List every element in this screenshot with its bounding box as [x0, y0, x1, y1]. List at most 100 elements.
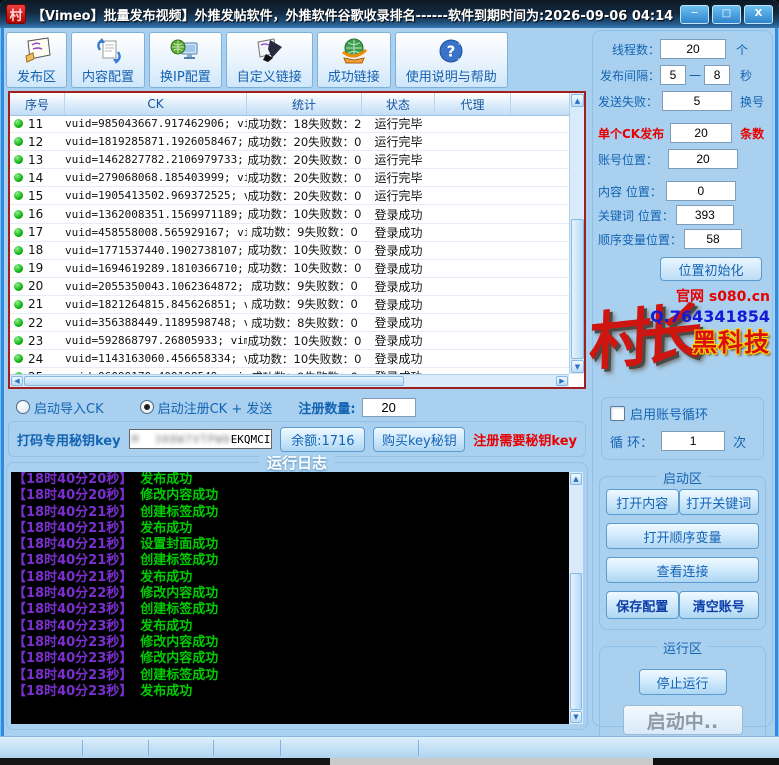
key-visible-text: EKQMCIILP — [231, 433, 273, 446]
single-ck-input[interactable] — [670, 123, 732, 143]
radio-register-ck-label[interactable]: 启动注册CK + 发送 — [158, 398, 273, 417]
interval-to-input[interactable] — [704, 65, 730, 85]
table-body: 11 vuid=985043667.917462906; vi... 成功数：1… — [10, 115, 569, 374]
balance-button[interactable]: 余额:1716 — [280, 427, 365, 452]
row-stats: 成功数：20失败数：0 — [247, 152, 362, 168]
scroll-left-icon[interactable]: ◀ — [11, 376, 23, 386]
send-fail-input[interactable] — [662, 91, 732, 111]
save-config-button[interactable]: 保存配置 — [606, 591, 679, 619]
row-seq: 17 — [28, 225, 43, 239]
log-message: 创建标签成功 — [140, 668, 218, 683]
scroll-down-icon[interactable]: ▼ — [571, 360, 584, 373]
stop-run-button[interactable]: 停止运行 — [639, 669, 727, 695]
table-horizontal-scrollbar[interactable]: ◀ ▶ — [10, 374, 569, 387]
loop-count-input[interactable] — [661, 431, 725, 451]
row-stats: 成功数：10失败数：0 — [247, 351, 362, 367]
toolbar-button-custom-link[interactable]: 自定义链接 — [226, 32, 313, 88]
row-status: 登录成功 — [362, 314, 435, 331]
log-timestamp: 【18时40分23秒】 — [13, 619, 132, 634]
close-button[interactable]: X — [744, 5, 773, 24]
log-line: 【18时40分21秒】创建标签成功 — [11, 505, 583, 521]
table-row[interactable]: 19 vuid=1694619289.1810366710; ... 成功数：1… — [10, 260, 569, 278]
table-row[interactable]: 17 vuid=458558008.565929167; vi... 成功数：9… — [10, 224, 569, 242]
toolbar-button-content-config[interactable]: 内容配置 — [71, 32, 145, 88]
column-header-stats[interactable]: 统计 — [247, 93, 362, 115]
log-line: 【18时40分23秒】创建标签成功 — [11, 668, 583, 684]
row-status: 登录成功 — [362, 224, 435, 241]
starting-button[interactable]: 启动中.. — [623, 705, 743, 735]
single-ck-unit: 条数 — [740, 125, 764, 142]
open-seq-var-button[interactable]: 打开顺序变量 — [606, 523, 759, 549]
content-pos-input[interactable] — [666, 181, 736, 201]
seq-var-pos-input[interactable] — [684, 229, 742, 249]
log-line: 【18时40分21秒】发布成功 — [11, 521, 583, 537]
table-row[interactable]: 23 vuid=592868797.26805933; vim... 成功数：1… — [10, 332, 569, 350]
account-pos-input[interactable] — [668, 149, 738, 169]
radio-register-ck[interactable] — [140, 400, 154, 414]
scrollbar-thumb[interactable] — [571, 219, 584, 359]
clear-accounts-button[interactable]: 清空账号 — [679, 591, 759, 619]
run-log-area[interactable]: 【18时40分20秒】发布成功 【18时40分20秒】修改内容成功 【18时40… — [11, 472, 583, 724]
toolbar-button-label: 使用说明与帮助 — [406, 66, 497, 85]
log-vertical-scrollbar[interactable]: ▲ ▼ — [569, 472, 583, 724]
enable-loop-checkbox[interactable] — [610, 406, 625, 421]
thread-count-input[interactable] — [660, 39, 726, 59]
column-header-proxy[interactable]: 代理 — [435, 93, 511, 115]
scroll-up-icon[interactable]: ▲ — [571, 94, 584, 107]
column-header-status[interactable]: 状态 — [362, 93, 435, 115]
thread-count-unit: 个 — [736, 41, 748, 58]
table-row[interactable]: 14 vuid=279068068.185403999; vi... 成功数：2… — [10, 169, 569, 187]
row-status: 登录成功 — [362, 260, 435, 277]
table-row[interactable]: 16 vuid=1362008351.1569971189; ... 成功数：1… — [10, 205, 569, 223]
key-masked-text: M 308W7VTPW0 — [132, 433, 231, 446]
scroll-down-icon[interactable]: ▼ — [570, 711, 582, 723]
status-bar-item — [148, 740, 213, 756]
register-qty-input[interactable] — [362, 398, 416, 417]
log-timestamp: 【18时40分21秒】 — [13, 521, 132, 536]
table-vertical-scrollbar[interactable]: ▲ ▼ — [569, 93, 584, 374]
table-row[interactable]: 18 vuid=1771537440.1902738107; ... 成功数：1… — [10, 242, 569, 260]
row-status: 登录成功 — [362, 332, 435, 349]
row-seq: 14 — [28, 171, 43, 185]
position-init-button[interactable]: 位置初始化 — [660, 257, 762, 281]
row-stats: 成功数：10失败数：0 — [247, 242, 362, 258]
table-row[interactable]: 11 vuid=985043667.917462906; vi... 成功数：1… — [10, 115, 569, 133]
scrollbar-thumb[interactable] — [570, 573, 582, 710]
keyword-pos-input[interactable] — [676, 205, 734, 225]
table-row[interactable]: 13 vuid=1462827782.2106979733; ... 成功数：2… — [10, 151, 569, 169]
green-status-dot-icon — [14, 210, 23, 219]
ck-table: 序号 CK 统计 状态 代理 11 vuid=985043667.9174629… — [8, 91, 586, 389]
view-links-button[interactable]: 查看连接 — [606, 557, 759, 583]
open-keyword-button[interactable]: 打开关键词 — [679, 489, 759, 515]
table-row[interactable]: 24 vuid=1143163060.456658334; v... 成功数：1… — [10, 350, 569, 368]
log-timestamp: 【18时40分23秒】 — [13, 635, 132, 650]
minimize-button[interactable]: ─ — [680, 5, 709, 24]
toolbar-button-change-ip[interactable]: 换IP配置 — [149, 32, 222, 88]
row-status: 登录成功 — [362, 350, 435, 367]
toolbar-button-help[interactable]: ? 使用说明与帮助 — [395, 32, 508, 88]
toolbar-button-publish-area[interactable]: 发布区 — [6, 32, 67, 88]
buy-key-button[interactable]: 购买key秘钥 — [373, 427, 465, 452]
enable-loop-label[interactable]: 启用账号循环 — [630, 404, 708, 423]
green-status-dot-icon — [14, 282, 23, 291]
radio-import-ck[interactable] — [16, 400, 30, 414]
key-input[interactable]: M 308W7VTPW0EKQMCIILP — [129, 429, 273, 449]
column-header-ck[interactable]: CK — [65, 93, 247, 115]
scroll-up-icon[interactable]: ▲ — [570, 473, 582, 485]
scrollbar-thumb[interactable] — [24, 376, 404, 386]
table-row[interactable]: 22 vuid=356388449.1189598748; v... 成功数：8… — [10, 314, 569, 332]
toolbar-button-success-links[interactable]: 成功链接 — [317, 32, 391, 88]
table-row[interactable]: 20 vuid=2055350043.1062364872; ... 成功数：9… — [10, 278, 569, 296]
scroll-right-icon[interactable]: ▶ — [556, 376, 568, 386]
row-ck: vuid=1819285871.1926058467; ... — [65, 135, 247, 148]
green-status-dot-icon — [14, 264, 23, 273]
table-row[interactable]: 15 vuid=1905413502.969372525; v... 成功数：2… — [10, 187, 569, 205]
table-row[interactable]: 21 vuid=1821264815.845626851; v... 成功数：9… — [10, 296, 569, 314]
radio-import-ck-label[interactable]: 启动导入CK — [34, 398, 104, 417]
column-header-seq[interactable]: 序号 — [10, 93, 65, 115]
table-row[interactable]: 12 vuid=1819285871.1926058467; ... 成功数：2… — [10, 133, 569, 151]
open-content-button[interactable]: 打开内容 — [606, 489, 679, 515]
row-ck: vuid=1694619289.1810366710; ... — [65, 262, 247, 275]
maximize-button[interactable]: □ — [712, 5, 741, 24]
interval-from-input[interactable] — [660, 65, 686, 85]
